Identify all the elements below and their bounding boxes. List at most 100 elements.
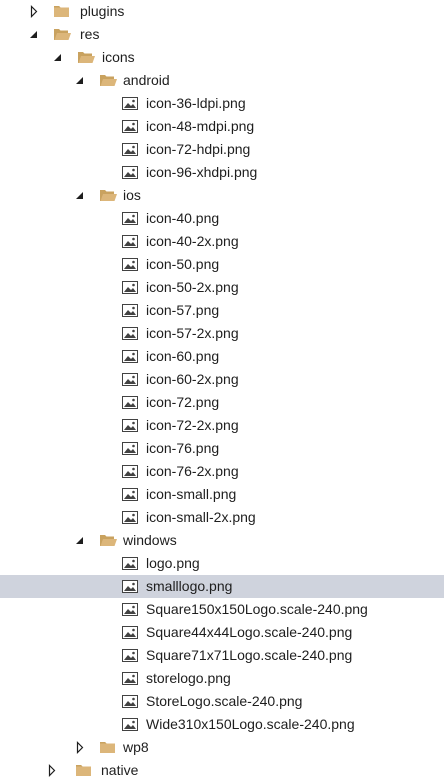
tree-folder-ios[interactable]: ios (0, 184, 444, 207)
folder-open-icon (98, 69, 118, 92)
tree-item-label: icon-76-2x.png (146, 463, 239, 479)
image-file-icon (120, 322, 140, 345)
tree-item-label: icon-72.png (146, 394, 220, 410)
image-file-icon (120, 667, 140, 690)
image-file-icon (120, 368, 140, 391)
image-file-icon (120, 644, 140, 667)
tree-file-square44x44logo-scale-240-png[interactable]: Square44x44Logo.scale-240.png (0, 621, 444, 644)
image-file-icon (120, 460, 140, 483)
tree-item-label: icon-small-2x.png (146, 509, 256, 525)
tree-file-icon-50-png[interactable]: icon-50.png (0, 253, 444, 276)
tree-file-icon-48-mdpi-png[interactable]: icon-48-mdpi.png (0, 115, 444, 138)
tree-item-label: windows (123, 532, 177, 548)
tree-file-icon-small-png[interactable]: icon-small.png (0, 483, 444, 506)
image-file-icon (120, 115, 140, 138)
folder-icon (52, 0, 72, 23)
image-file-icon (120, 598, 140, 621)
tree-item-label: icons (102, 49, 135, 65)
solution-explorer-tree: plugins res icons android icon-36-ldpi.p… (0, 0, 444, 779)
tree-item-label: android (123, 72, 170, 88)
tree-folder-windows[interactable]: windows (0, 529, 444, 552)
tree-file-icon-72-png[interactable]: icon-72.png (0, 391, 444, 414)
image-file-icon (120, 345, 140, 368)
image-file-icon (120, 276, 140, 299)
chevron-right-icon[interactable] (28, 0, 40, 23)
tree-item-label: icon-50-2x.png (146, 279, 239, 295)
tree-item-label: icon-72-2x.png (146, 417, 239, 433)
tree-item-label: icon-72-hdpi.png (146, 141, 251, 157)
image-file-icon (120, 621, 140, 644)
chevron-down-icon[interactable] (74, 184, 86, 207)
image-file-icon (120, 437, 140, 460)
tree-file-icon-40-2x-png[interactable]: icon-40-2x.png (0, 230, 444, 253)
tree-file-wide310x150logo-scale-240-png[interactable]: Wide310x150Logo.scale-240.png (0, 713, 444, 736)
tree-file-icon-60-2x-png[interactable]: icon-60-2x.png (0, 368, 444, 391)
tree-item-label: icon-96-xhdpi.png (146, 164, 258, 180)
image-file-icon (120, 207, 140, 230)
folder-open-icon (98, 184, 118, 207)
image-file-icon (120, 299, 140, 322)
tree-file-icon-40-png[interactable]: icon-40.png (0, 207, 444, 230)
tree-item-label: icon-small.png (146, 486, 237, 502)
tree-file-icon-50-2x-png[interactable]: icon-50-2x.png (0, 276, 444, 299)
tree-item-label: icon-57-2x.png (146, 325, 239, 341)
tree-file-square71x71logo-scale-240-png[interactable]: Square71x71Logo.scale-240.png (0, 644, 444, 667)
image-file-icon (120, 253, 140, 276)
tree-file-icon-57-2x-png[interactable]: icon-57-2x.png (0, 322, 444, 345)
chevron-down-icon[interactable] (74, 69, 86, 92)
folder-open-icon (98, 529, 118, 552)
tree-item-label: logo.png (146, 555, 200, 571)
chevron-down-icon[interactable] (28, 23, 40, 46)
tree-file-icon-76-png[interactable]: icon-76.png (0, 437, 444, 460)
tree-folder-wp8[interactable]: wp8 (0, 736, 444, 759)
tree-file-storelogo-png[interactable]: storelogo.png (0, 667, 444, 690)
tree-folder-icons[interactable]: icons (0, 46, 444, 69)
tree-item-label: icon-36-ldpi.png (146, 95, 246, 111)
tree-item-label: icon-40-2x.png (146, 233, 239, 249)
tree-item-label: icon-76.png (146, 440, 220, 456)
tree-folder-res[interactable]: res (0, 23, 444, 46)
tree-item-label: icon-57.png (146, 302, 220, 318)
tree-item-label: Wide310x150Logo.scale-240.png (146, 716, 355, 732)
tree-file-icon-72-2x-png[interactable]: icon-72-2x.png (0, 414, 444, 437)
tree-file-square150x150logo-scale-240-png[interactable]: Square150x150Logo.scale-240.png (0, 598, 444, 621)
tree-item-label: storelogo.png (146, 670, 231, 686)
image-file-icon (120, 161, 140, 184)
chevron-right-icon[interactable] (74, 736, 86, 759)
tree-file-icon-60-png[interactable]: icon-60.png (0, 345, 444, 368)
tree-item-label: Square44x44Logo.scale-240.png (146, 624, 353, 640)
tree-file-icon-76-2x-png[interactable]: icon-76-2x.png (0, 460, 444, 483)
tree-item-label: res (80, 26, 100, 42)
folder-icon (98, 736, 118, 759)
tree-file-smalllogo-png[interactable]: smalllogo.png (0, 575, 444, 598)
image-file-icon (120, 414, 140, 437)
tree-item-label: Square71x71Logo.scale-240.png (146, 647, 353, 663)
tree-item-label: icon-40.png (146, 210, 220, 226)
image-file-icon (120, 506, 140, 529)
image-file-icon (120, 92, 140, 115)
tree-file-icon-57-png[interactable]: icon-57.png (0, 299, 444, 322)
image-file-icon (120, 230, 140, 253)
tree-file-storelogo-scale-240-png[interactable]: StoreLogo.scale-240.png (0, 690, 444, 713)
tree-file-icon-36-ldpi-png[interactable]: icon-36-ldpi.png (0, 92, 444, 115)
image-file-icon (120, 575, 140, 598)
tree-file-icon-72-hdpi-png[interactable]: icon-72-hdpi.png (0, 138, 444, 161)
image-file-icon (120, 713, 140, 736)
tree-item-label: icon-50.png (146, 256, 220, 272)
image-file-icon (120, 690, 140, 713)
chevron-down-icon[interactable] (74, 529, 86, 552)
tree-item-label: plugins (80, 3, 125, 19)
tree-file-icon-small-2x-png[interactable]: icon-small-2x.png (0, 506, 444, 529)
tree-folder-plugins[interactable]: plugins (0, 0, 444, 23)
tree-item-label: wp8 (123, 739, 149, 755)
tree-file-logo-png[interactable]: logo.png (0, 552, 444, 575)
tree-item-label: smalllogo.png (146, 578, 233, 594)
chevron-down-icon[interactable] (52, 46, 64, 69)
tree-folder-android[interactable]: android (0, 69, 444, 92)
tree-item-label: icon-60.png (146, 348, 220, 364)
tree-file-icon-96-xhdpi-png[interactable]: icon-96-xhdpi.png (0, 161, 444, 184)
tree-item-label: icon-60-2x.png (146, 371, 239, 387)
tree-item-label: Square150x150Logo.scale-240.png (146, 601, 368, 617)
tree-item-label: ios (123, 187, 141, 203)
folder-open-icon (52, 23, 72, 46)
